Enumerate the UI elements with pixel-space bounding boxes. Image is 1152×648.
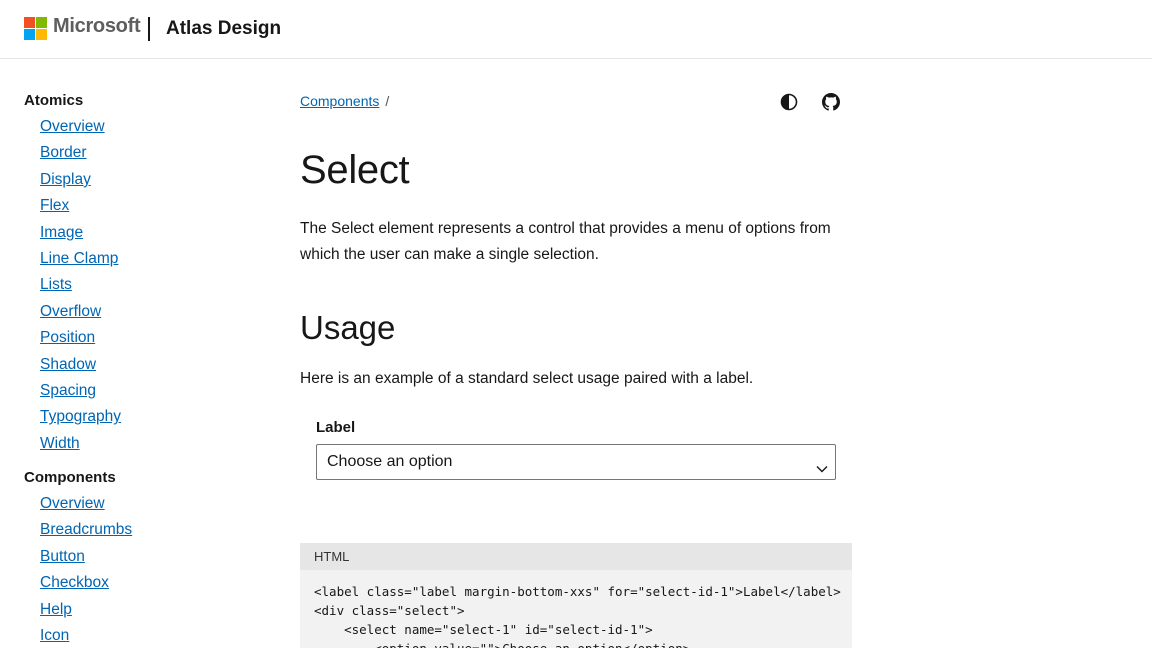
microsoft-wordmark[interactable]: Microsoft — [53, 15, 141, 38]
sidebar-item-flex[interactable]: Flex — [40, 197, 69, 214]
sidebar-item-breadcrumbs[interactable]: Breadcrumbs — [40, 521, 132, 538]
code-line: <label class="label margin-bottom-xxs" f… — [314, 584, 841, 599]
sidebar-item-line-clamp[interactable]: Line Clamp — [40, 250, 118, 267]
sidebar-item-overview[interactable]: Overview — [40, 118, 105, 135]
code-line: <div class="select"> — [314, 603, 465, 618]
nav-group-components: Components Overview Breadcrumbs Button C… — [24, 465, 244, 648]
code-sample: HTML <label class="label margin-bottom-x… — [300, 543, 852, 648]
sidebar-item-typography[interactable]: Typography — [40, 408, 121, 425]
usage-heading: Usage — [300, 309, 396, 346]
breadcrumb-separator: / — [385, 93, 390, 109]
github-icon[interactable] — [821, 92, 841, 112]
code-language-tab[interactable]: HTML — [300, 543, 852, 570]
example-select[interactable]: Choose an option — [316, 444, 836, 480]
nav-group-title: Components — [24, 469, 116, 487]
breadcrumb: Components / — [300, 88, 852, 114]
sidebar-item-image[interactable]: Image — [40, 224, 83, 241]
code-line: <option value="">Choose an option</optio… — [314, 639, 838, 648]
sidebar-item-overflow[interactable]: Overflow — [40, 303, 101, 320]
sidebar-item-components-overview[interactable]: Overview — [40, 495, 105, 512]
sidebar-item-help[interactable]: Help — [40, 601, 72, 618]
sidebar-item-width[interactable]: Width — [40, 435, 80, 452]
select-example: Label Choose an option — [300, 418, 852, 480]
usage-description: Here is an example of a standard select … — [300, 370, 754, 387]
sidebar-item-button[interactable]: Button — [40, 548, 85, 565]
nav-list-atomics: Overview Border Display Flex Image Line … — [24, 114, 244, 457]
sidebar-item-display[interactable]: Display — [40, 171, 91, 188]
select-value: Choose an option — [327, 453, 453, 470]
code-line: <select name="select-1" id="select-id-1"… — [314, 622, 653, 637]
sidebar-nav: Atomics Overview Border Display Flex Ima… — [24, 88, 244, 648]
page-title: Select — [300, 148, 410, 192]
nav-group-atomics: Atomics Overview Border Display Flex Ima… — [24, 88, 244, 457]
top-bar: Microsoft Atlas Design — [0, 0, 1152, 59]
nav-group-title: Atomics — [24, 92, 84, 109]
sidebar-item-lists[interactable]: Lists — [40, 276, 72, 293]
main-content: Components / Select The Select element re… — [300, 88, 852, 648]
select-label: Label — [316, 419, 356, 436]
sidebar-item-checkbox[interactable]: Checkbox — [40, 574, 109, 591]
sidebar-item-spacing[interactable]: Spacing — [40, 382, 96, 399]
breadcrumb-link-components[interactable]: Components — [300, 93, 379, 109]
sidebar-item-position[interactable]: Position — [40, 329, 95, 346]
microsoft-logo-icon[interactable] — [24, 17, 47, 40]
sidebar-item-icon[interactable]: Icon — [40, 627, 69, 644]
code-body: <label class="label margin-bottom-xxs" f… — [300, 570, 852, 648]
sidebar-item-border[interactable]: Border — [40, 144, 87, 161]
sidebar-item-shadow[interactable]: Shadow — [40, 356, 96, 373]
chevron-down-icon — [815, 455, 829, 473]
site-title-link[interactable]: Atlas Design — [166, 18, 281, 40]
contrast-icon[interactable] — [779, 92, 799, 112]
page-description: The Select element represents a control … — [300, 220, 831, 263]
nav-list-components: Overview Breadcrumbs Button Checkbox Hel… — [24, 491, 244, 648]
brand-divider — [148, 17, 150, 41]
